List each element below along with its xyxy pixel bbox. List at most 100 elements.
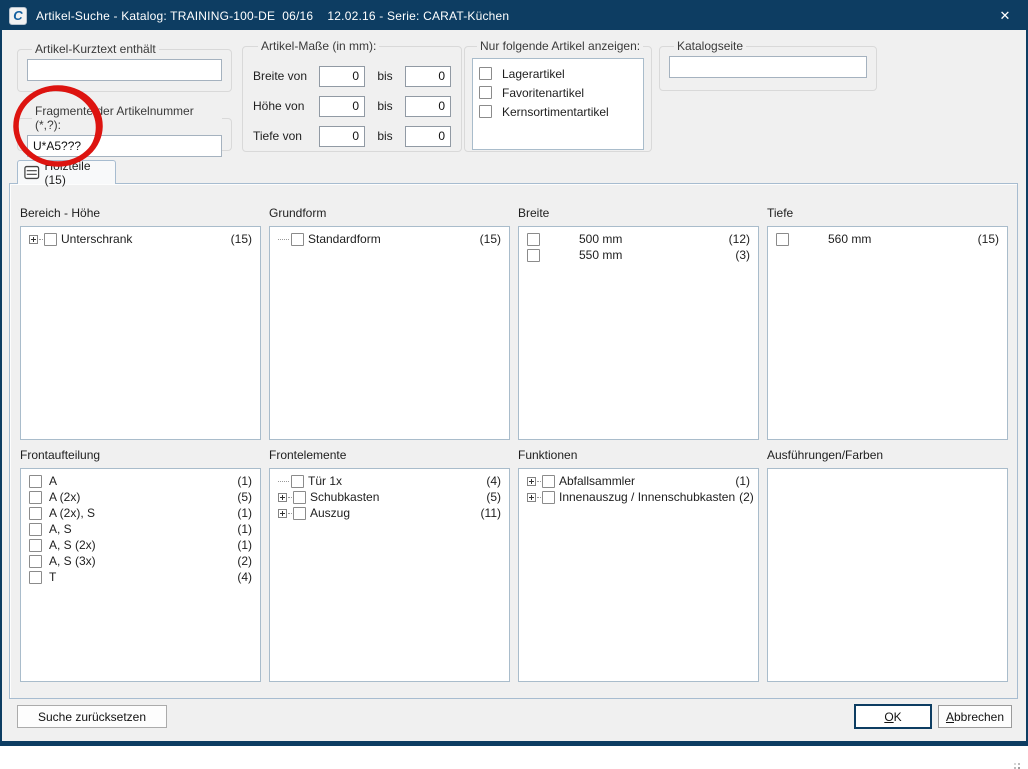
favoritenartikel-checkbox[interactable]: [479, 86, 492, 99]
panel-funktionen: Funktionen Abfallsammler (1): [518, 448, 759, 682]
tiefe-bis-input[interactable]: [405, 126, 451, 147]
checkbox[interactable]: [29, 555, 42, 568]
hoehe-von-input[interactable]: [319, 96, 365, 117]
panel-ausfuehrungen-farben: Ausführungen/Farben: [767, 448, 1008, 682]
anzeigen-label: Nur folgende Artikel anzeigen:: [477, 39, 643, 53]
item-count: (1): [731, 474, 750, 488]
unterschrank-checkbox[interactable]: [44, 233, 57, 246]
tiefe-row: Tiefe von bis: [253, 125, 451, 147]
item-count: (2): [735, 490, 754, 504]
expand-plus-icon[interactable]: [527, 493, 536, 502]
lagerartikel-option[interactable]: Lagerartikel: [479, 64, 637, 83]
item-count: (11): [477, 506, 501, 520]
checkbox[interactable]: [29, 571, 42, 584]
auszug-checkbox[interactable]: [293, 507, 306, 520]
list-item[interactable]: 500 mm (12): [527, 231, 750, 247]
kernsortimentartikel-option[interactable]: Kernsortimentartikel: [479, 102, 637, 121]
item-label: Abfallsammler: [559, 474, 635, 488]
item-count: (3): [731, 248, 750, 262]
list-item[interactable]: A (1): [29, 473, 252, 489]
list-item[interactable]: A (2x), S (1): [29, 505, 252, 521]
tiefe-von-input[interactable]: [319, 126, 365, 147]
list-item[interactable]: A (2x) (5): [29, 489, 252, 505]
tiefe-560-checkbox[interactable]: [776, 233, 789, 246]
abbrechen-button[interactable]: Abbrechen: [938, 705, 1012, 728]
checkbox[interactable]: [29, 523, 42, 536]
expand-plus-icon[interactable]: [278, 509, 287, 518]
list-item[interactable]: Standardform (15): [278, 231, 501, 247]
tuer-checkbox[interactable]: [291, 475, 304, 488]
katalogseite-label: Katalogseite: [674, 39, 746, 53]
abfallsammler-checkbox[interactable]: [542, 475, 555, 488]
suche-zuruecksetzen-button[interactable]: Suche zurücksetzen: [17, 705, 167, 728]
katalogseite-group: Katalogseite: [659, 39, 877, 91]
checkbox[interactable]: [29, 491, 42, 504]
breite-von-input[interactable]: [319, 66, 365, 87]
katalogseite-input[interactable]: [669, 56, 867, 78]
checkbox[interactable]: [29, 539, 42, 552]
list-item[interactable]: 550 mm (3): [527, 247, 750, 263]
standardform-checkbox[interactable]: [291, 233, 304, 246]
list-item[interactable]: Innenauszug / Innenschubkasten (2): [527, 489, 750, 505]
close-icon[interactable]: ✕: [994, 8, 1016, 24]
list-item[interactable]: Schubkasten (5): [278, 489, 501, 505]
panel-bereich-hoehe-list: Unterschrank (15): [20, 226, 261, 440]
artikel-masse-label: Artikel-Maße (in mm):: [258, 39, 379, 53]
ok-button[interactable]: OK: [854, 704, 932, 729]
panel-ausfuehrungen-farben-list: [767, 468, 1008, 682]
tab-holzteile[interactable]: Holzteile (15): [17, 160, 116, 184]
hoehe-bis-input[interactable]: [405, 96, 451, 117]
expand-plus-icon[interactable]: [29, 235, 38, 244]
item-label: Auszug: [310, 506, 350, 520]
checkbox[interactable]: [29, 507, 42, 520]
expand-plus-icon[interactable]: [527, 477, 536, 486]
breite-bis-input[interactable]: [405, 66, 451, 87]
list-item[interactable]: 560 mm (15): [776, 231, 999, 247]
panel-funktionen-list: Abfallsammler (1) Innenauszug / Innensch…: [518, 468, 759, 682]
lagerartikel-checkbox[interactable]: [479, 67, 492, 80]
panel-grundform-title: Grundform: [269, 206, 510, 223]
titlebar: C Artikel-Suche - Katalog: TRAINING-100-…: [2, 2, 1026, 30]
list-item[interactable]: Abfallsammler (1): [527, 473, 750, 489]
item-label: Tür 1x: [308, 474, 342, 488]
hoehe-bis-label: bis: [365, 99, 405, 113]
anzeigen-listbox: Lagerartikel Favoritenartikel Kernsortim…: [472, 58, 644, 150]
list-item[interactable]: Unterschrank (15): [29, 231, 252, 247]
favoritenartikel-option[interactable]: Favoritenartikel: [479, 83, 637, 102]
item-count: (4): [482, 474, 501, 488]
item-count: (15): [974, 232, 999, 246]
item-label: A, S (3x): [49, 554, 96, 568]
kurztext-input[interactable]: [27, 59, 222, 81]
tiefe-von-label: Tiefe von: [253, 129, 319, 143]
item-label: A: [49, 474, 57, 488]
tree-connector: [288, 513, 292, 514]
window-title: Artikel-Suche - Katalog: TRAINING-100-DE…: [36, 9, 509, 23]
item-label: A (2x): [49, 490, 80, 504]
resize-grip-icon[interactable]: [1010, 759, 1020, 769]
list-item[interactable]: A, S (2x) (1): [29, 537, 252, 553]
item-label: A, S (2x): [49, 538, 96, 552]
list-item[interactable]: Tür 1x (4): [278, 473, 501, 489]
item-count: (15): [227, 232, 252, 246]
item-count: (1): [233, 506, 252, 520]
hoehe-row: Höhe von bis: [253, 95, 451, 117]
innenauszug-checkbox[interactable]: [542, 491, 555, 504]
item-count: (5): [482, 490, 501, 504]
panel-grundform: Grundform Standardform (15): [269, 206, 510, 440]
list-item[interactable]: T (4): [29, 569, 252, 585]
list-item[interactable]: Auszug (11): [278, 505, 501, 521]
fragmente-input[interactable]: [27, 135, 222, 157]
tree-connector: [278, 239, 289, 240]
breite-550-checkbox[interactable]: [527, 249, 540, 262]
panel-breite-title: Breite: [518, 206, 759, 223]
breite-500-checkbox[interactable]: [527, 233, 540, 246]
list-item[interactable]: A, S (1): [29, 521, 252, 537]
item-label: T: [49, 570, 56, 584]
schubkasten-checkbox[interactable]: [293, 491, 306, 504]
breite-bis-label: bis: [365, 69, 405, 83]
checkbox[interactable]: [29, 475, 42, 488]
panel-bereich-hoehe-title: Bereich - Höhe: [20, 206, 261, 223]
expand-plus-icon[interactable]: [278, 493, 287, 502]
list-item[interactable]: A, S (3x) (2): [29, 553, 252, 569]
kernsortimentartikel-checkbox[interactable]: [479, 105, 492, 118]
